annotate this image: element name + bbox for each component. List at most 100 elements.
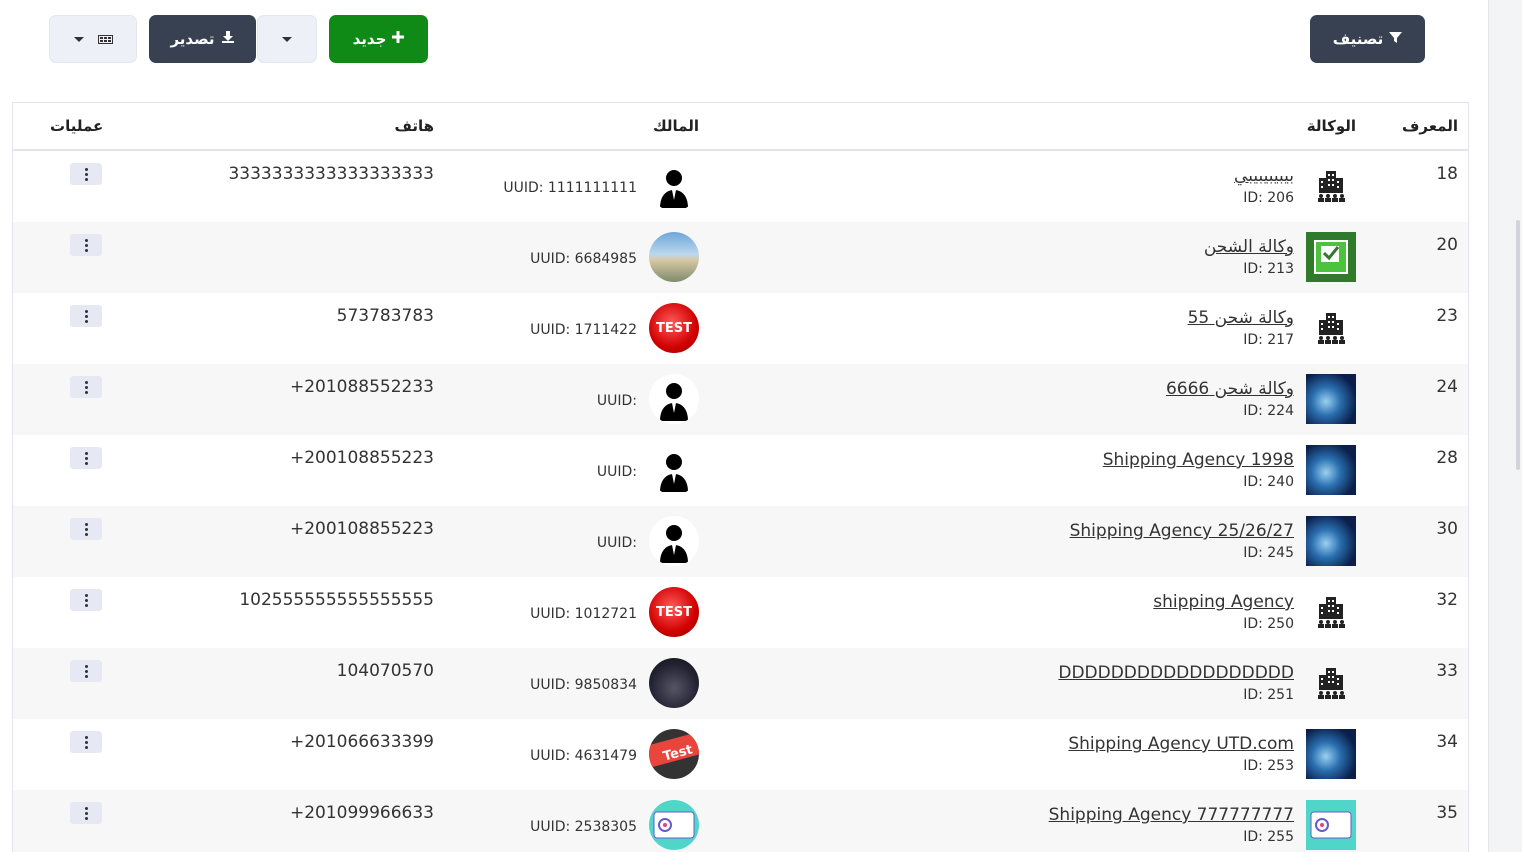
table-body: 18 بيبيبيبيبي ID: 206 UUID: 1111111111 33333…	[13, 151, 1468, 852]
kebab-dot-icon	[84, 735, 88, 739]
row-id: 32	[1436, 590, 1458, 610]
page: تصدير جديد تصنيف المعرف الوكالة المالك ه…	[0, 0, 1522, 852]
row-id: 20	[1436, 235, 1458, 255]
agency-id-text: ID: 255	[1243, 829, 1294, 845]
kebab-dot-icon	[84, 603, 88, 607]
agency-name-link[interactable]: Shipping Agency 25/26/27	[1070, 521, 1294, 541]
row-id: 28	[1436, 448, 1458, 468]
new-button[interactable]: جديد	[329, 15, 428, 63]
kebab-dot-icon	[84, 593, 88, 597]
row-actions-button[interactable]	[70, 589, 102, 611]
table-row: 35 Shipping Agency 777777777 ID: 255 UUID: …	[13, 790, 1468, 852]
owner-uuid: UUID: 9850834	[530, 677, 637, 693]
agency-name-link[interactable]: shipping Agency	[1153, 592, 1294, 612]
row-actions-button[interactable]	[70, 518, 102, 540]
scrollbar-thumb[interactable]	[1516, 220, 1520, 470]
agency-name-link[interactable]: وكالة شحن 6666	[1166, 379, 1294, 399]
kebab-dot-icon	[84, 669, 88, 673]
row-actions-button[interactable]	[70, 660, 102, 682]
kebab-dot-icon	[84, 664, 88, 668]
building-icon	[1306, 658, 1356, 708]
download-icon	[221, 30, 235, 48]
table-row: 30 Shipping Agency 25/26/27 ID: 245 UUID: +2…	[13, 506, 1468, 577]
agency-id-text: ID: 250	[1243, 616, 1294, 632]
kebab-dot-icon	[84, 456, 88, 460]
row-actions-button[interactable]	[70, 802, 102, 824]
header-agency[interactable]: الوكالة	[1307, 117, 1356, 135]
agency-id-text: ID: 245	[1243, 545, 1294, 561]
agency-id-text: ID: 240	[1243, 474, 1294, 490]
export-label: تصدير	[170, 30, 215, 48]
row-id: 23	[1436, 306, 1458, 326]
scrollbar-track[interactable]	[1488, 0, 1522, 852]
export-dropdown-button[interactable]	[257, 15, 317, 63]
owner-uuid: UUID: 1111111111	[503, 180, 637, 196]
phone-number: 102555555555555555	[239, 590, 434, 610]
table-header: المعرف الوكالة المالك هاتف عمليات	[13, 103, 1468, 151]
table-row: 20 وكالة الشحن ID: 213 UUID: 6684985	[13, 222, 1468, 293]
tech-globe-icon	[1306, 729, 1356, 779]
chevron-down-icon	[282, 36, 292, 42]
kebab-dot-icon	[84, 167, 88, 171]
phone-number: 104070570	[336, 661, 434, 681]
silhouette-avatar	[649, 161, 699, 211]
night-photo-avatar	[649, 658, 699, 708]
view-options-button[interactable]	[49, 15, 137, 63]
owner-uuid: UUID: 1711422	[530, 322, 637, 338]
agency-id-text: ID: 251	[1243, 687, 1294, 703]
row-actions-button[interactable]	[70, 376, 102, 398]
building-icon	[1306, 161, 1356, 211]
phone-number: +201088552233	[289, 377, 434, 397]
row-id: 33	[1436, 661, 1458, 681]
kebab-dot-icon	[84, 238, 88, 242]
silhouette-avatar	[649, 445, 699, 495]
row-actions-button[interactable]	[70, 447, 102, 469]
tech-globe-icon	[1306, 445, 1356, 495]
kebab-dot-icon	[84, 380, 88, 384]
owner-uuid: UUID: 1012721	[530, 606, 637, 622]
agency-id-text: ID: 253	[1243, 758, 1294, 774]
kebab-dot-icon	[84, 522, 88, 526]
row-actions-button[interactable]	[70, 305, 102, 327]
table-row: 24 وكالة شحن 6666 ID: 224 UUID: +20108855223…	[13, 364, 1468, 435]
kebab-dot-icon	[84, 390, 88, 394]
export-button[interactable]: تصدير	[149, 15, 256, 63]
phone-number: +200108855223	[289, 448, 434, 468]
new-label: جديد	[352, 30, 387, 48]
filter-button[interactable]: تصنيف	[1310, 15, 1425, 63]
phone-number: 3333333333333333333	[228, 164, 434, 184]
row-actions-button[interactable]	[70, 731, 102, 753]
agency-name-link[interactable]: وكالة الشحن	[1204, 237, 1294, 257]
test-button-avatar: TEST	[649, 587, 699, 637]
phone-number: 573783783	[336, 306, 434, 326]
building-icon	[1306, 303, 1356, 353]
agency-name-link[interactable]: بيبيبيبيبي	[1234, 166, 1294, 186]
agencies-table: المعرف الوكالة المالك هاتف عمليات 18 بيبي…	[12, 102, 1469, 852]
kebab-dot-icon	[84, 674, 88, 678]
kebab-dot-icon	[84, 740, 88, 744]
kebab-dot-icon	[84, 172, 88, 176]
owner-uuid: UUID:	[596, 393, 637, 409]
table-row: 32 shipping Agency ID: 250 TEST UUID: 101272…	[13, 577, 1468, 648]
header-owner[interactable]: المالك	[653, 117, 699, 135]
agency-name-link[interactable]: DDDDDDDDDDDDDDDDDD	[1058, 663, 1294, 683]
header-phone[interactable]: هاتف	[394, 117, 434, 135]
tech-globe-icon	[1306, 374, 1356, 424]
owner-uuid: UUID:	[596, 464, 637, 480]
row-actions-button[interactable]	[70, 234, 102, 256]
kebab-dot-icon	[84, 816, 88, 820]
kebab-dot-icon	[84, 314, 88, 318]
owner-uuid: UUID: 2538305	[530, 819, 637, 835]
row-id: 35	[1436, 803, 1458, 823]
row-actions-button[interactable]	[70, 163, 102, 185]
agency-name-link[interactable]: Shipping Agency UTD.com	[1068, 734, 1294, 754]
kebab-dot-icon	[84, 527, 88, 531]
kebab-dot-icon	[84, 309, 88, 313]
agency-name-link[interactable]: Shipping Agency 777777777	[1049, 805, 1294, 825]
kebab-dot-icon	[84, 319, 88, 323]
agency-name-link[interactable]: Shipping Agency 1998	[1103, 450, 1294, 470]
row-id: 34	[1436, 732, 1458, 752]
header-id[interactable]: المعرف	[1402, 117, 1458, 135]
kebab-dot-icon	[84, 385, 88, 389]
agency-name-link[interactable]: وكالة شحن 55	[1188, 308, 1294, 328]
